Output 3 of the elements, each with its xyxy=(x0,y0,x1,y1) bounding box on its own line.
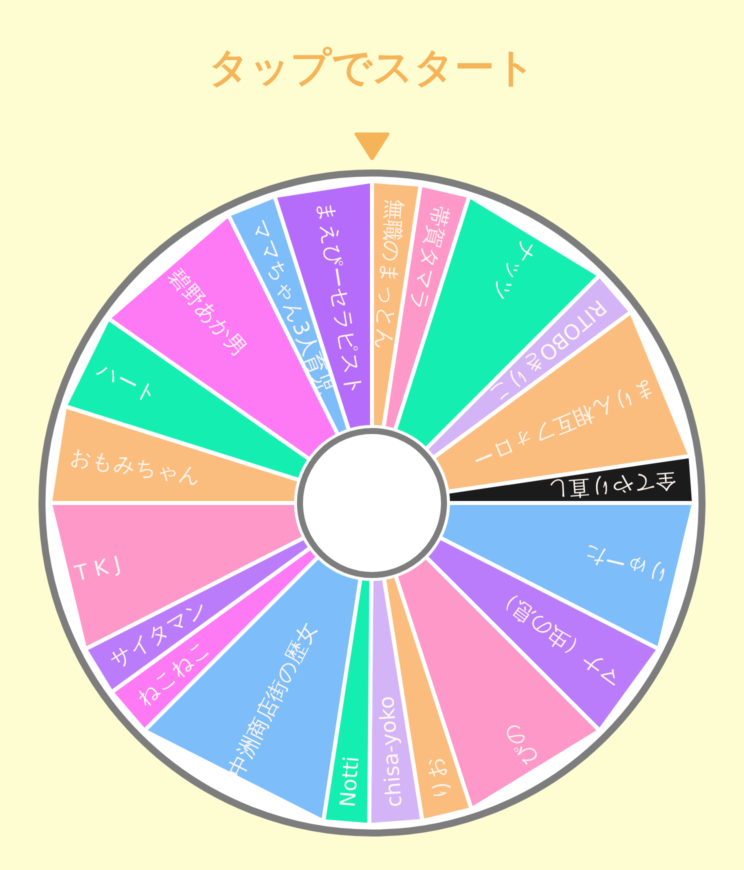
wheel-hub[interactable] xyxy=(297,428,447,578)
start-hint: タップでスタート xyxy=(208,44,536,93)
pointer-icon xyxy=(354,132,390,160)
